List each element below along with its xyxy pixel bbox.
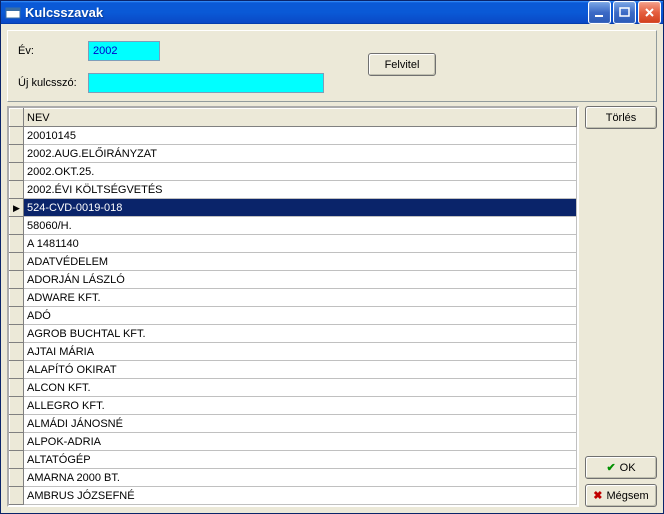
keyword-grid[interactable]: NEV 200101452002.AUG.ELŐIRÁNYZAT2002.OKT… (9, 108, 577, 505)
table-row[interactable]: ALAPÍTÓ OKIRAT (10, 361, 577, 379)
cell-nev[interactable]: ADÓ (24, 307, 577, 325)
table-row[interactable]: ALTATÓGÉP (10, 451, 577, 469)
row-indicator (10, 415, 24, 433)
table-row[interactable]: ADWARE KFT. (10, 289, 577, 307)
row-indicator (10, 217, 24, 235)
table-row[interactable]: 2002.OKT.25. (10, 163, 577, 181)
window-title: Kulcsszavak (25, 5, 588, 20)
cell-nev[interactable]: 2002.AUG.ELŐIRÁNYZAT (24, 145, 577, 163)
row-indicator (10, 271, 24, 289)
table-row[interactable]: ALPOK-ADRIA (10, 433, 577, 451)
row-indicator (10, 451, 24, 469)
right-button-panel: Törlés ✔ OK ✖ Mégsem (585, 106, 657, 507)
table-row[interactable]: ADORJÁN LÁSZLÓ (10, 271, 577, 289)
titlebar-buttons (588, 1, 661, 24)
torles-label: Törlés (606, 112, 637, 124)
form-panel: Év: Új kulcsszó: Felvitel (7, 30, 657, 102)
row-indicator (10, 325, 24, 343)
client-area: Év: Új kulcsszó: Felvitel NEV (1, 24, 663, 513)
check-icon: ✔ (606, 461, 615, 474)
minimize-button[interactable] (588, 1, 611, 24)
content-row: NEV 200101452002.AUG.ELŐIRÁNYZAT2002.OKT… (7, 106, 657, 507)
table-row[interactable]: ADÓ (10, 307, 577, 325)
cell-nev[interactable]: ALMÁDI JÁNOSNÉ (24, 415, 577, 433)
row-indicator (10, 145, 24, 163)
cell-nev[interactable]: 58060/H. (24, 217, 577, 235)
cell-nev[interactable]: A 1481140 (24, 235, 577, 253)
row-indicator (10, 361, 24, 379)
row-indicator (10, 181, 24, 199)
row-indicator: ▶ (10, 199, 24, 217)
cell-nev[interactable]: AJTAI MÁRIA (24, 343, 577, 361)
cell-nev[interactable]: ALLEGRO KFT. (24, 397, 577, 415)
row-indicator (10, 289, 24, 307)
table-row[interactable]: ALMÁDI JÁNOSNÉ (10, 415, 577, 433)
table-row[interactable]: ALLEGRO KFT. (10, 397, 577, 415)
cell-nev[interactable]: 20010145 (24, 127, 577, 145)
cell-nev[interactable]: AMARNA 2000 BT. (24, 469, 577, 487)
keyword-input[interactable] (88, 73, 324, 93)
grid-container[interactable]: NEV 200101452002.AUG.ELŐIRÁNYZAT2002.OKT… (7, 106, 579, 507)
row-indicator (10, 127, 24, 145)
cell-nev[interactable]: 2002.OKT.25. (24, 163, 577, 181)
row-indicator (10, 397, 24, 415)
year-input[interactable] (88, 41, 160, 61)
row-indicator (10, 379, 24, 397)
cancel-icon: ✖ (593, 489, 602, 502)
felvitel-label: Felvitel (385, 59, 420, 71)
table-row[interactable]: ▶524-CVD-0019-018 (10, 199, 577, 217)
row-indicator (10, 433, 24, 451)
titlebar: Kulcsszavak (1, 1, 663, 24)
cell-nev[interactable]: ADWARE KFT. (24, 289, 577, 307)
cell-nev[interactable]: ADORJÁN LÁSZLÓ (24, 271, 577, 289)
cell-nev[interactable]: AGROB BUCHTAL KFT. (24, 325, 577, 343)
table-row[interactable]: 2002.ÉVI KÖLTSÉGVETÉS (10, 181, 577, 199)
maximize-button[interactable] (613, 1, 636, 24)
cell-nev[interactable]: 2002.ÉVI KÖLTSÉGVETÉS (24, 181, 577, 199)
table-row[interactable]: A 1481140 (10, 235, 577, 253)
spacer (585, 134, 657, 456)
cell-nev[interactable]: AMBRUS JÓZSEFNÉ (24, 487, 577, 505)
row-indicator (10, 469, 24, 487)
column-header-nev[interactable]: NEV (24, 109, 577, 127)
row-indicator (10, 487, 24, 505)
table-row[interactable]: AJTAI MÁRIA (10, 343, 577, 361)
row-indicator (10, 343, 24, 361)
table-row[interactable]: 20010145 (10, 127, 577, 145)
table-row[interactable]: ADATVÉDELEM (10, 253, 577, 271)
torles-button[interactable]: Törlés (585, 106, 657, 129)
close-button[interactable] (638, 1, 661, 24)
cell-nev[interactable]: ADATVÉDELEM (24, 253, 577, 271)
table-row[interactable]: 2002.AUG.ELŐIRÁNYZAT (10, 145, 577, 163)
table-row[interactable]: AMARNA 2000 BT. (10, 469, 577, 487)
table-row[interactable]: ALCON KFT. (10, 379, 577, 397)
year-label: Év: (18, 45, 88, 57)
table-row[interactable]: AGROB BUCHTAL KFT. (10, 325, 577, 343)
cell-nev[interactable]: ALCON KFT. (24, 379, 577, 397)
row-indicator (10, 307, 24, 325)
keyword-label: Új kulcsszó: (18, 77, 88, 89)
indicator-header (10, 109, 24, 127)
cell-nev[interactable]: ALAPÍTÓ OKIRAT (24, 361, 577, 379)
table-row[interactable]: AMBRUS JÓZSEFNÉ (10, 487, 577, 505)
row-indicator (10, 163, 24, 181)
app-icon (5, 5, 21, 21)
row-indicator (10, 253, 24, 271)
felvitel-button[interactable]: Felvitel (368, 53, 436, 76)
cell-nev[interactable]: ALTATÓGÉP (24, 451, 577, 469)
megsem-label: Mégsem (607, 490, 649, 502)
table-row[interactable]: 58060/H. (10, 217, 577, 235)
ok-button[interactable]: ✔ OK (585, 456, 657, 479)
window-frame: Kulcsszavak Év: Új kulcsszó: Fel (0, 0, 664, 514)
cell-nev[interactable]: ALPOK-ADRIA (24, 433, 577, 451)
ok-label: OK (620, 462, 636, 474)
megsem-button[interactable]: ✖ Mégsem (585, 484, 657, 507)
row-indicator (10, 235, 24, 253)
cell-nev[interactable]: 524-CVD-0019-018 (24, 199, 577, 217)
